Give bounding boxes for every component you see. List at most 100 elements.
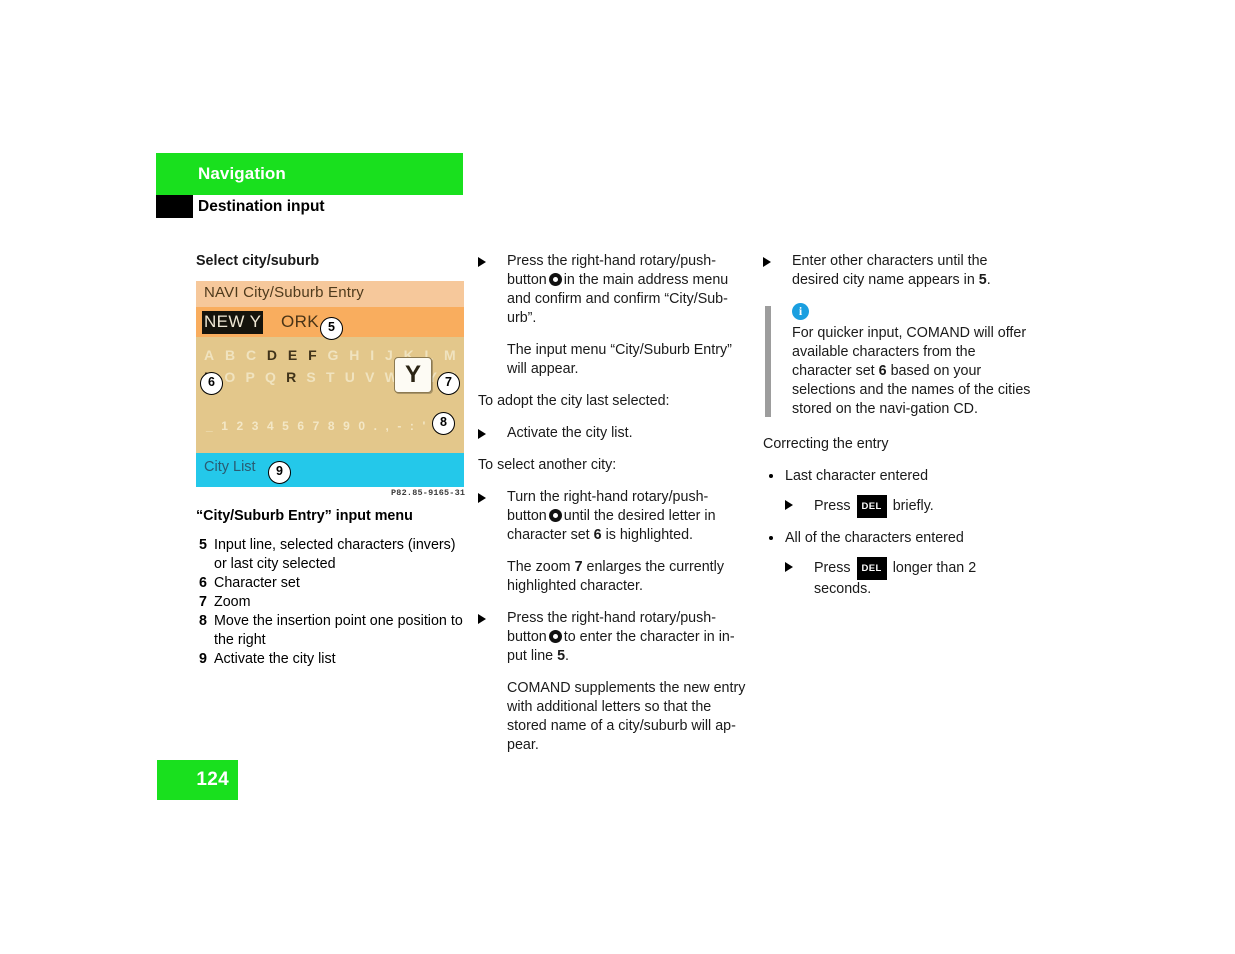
instruction-step-1: Press the right-hand rotary/push-button i… [478, 252, 746, 328]
step-3-result: The zoom 7 enlarges the currently highli… [478, 558, 746, 596]
lead-adopt-city: To adopt the city last selected: [478, 393, 670, 409]
callout-6: 6 [200, 372, 223, 395]
figure-code: P82.85-9165-31 [391, 488, 466, 498]
step-3-result-text-a: The zoom [507, 559, 571, 575]
subsection-marker-block [156, 195, 193, 218]
navi-char-U: U [344, 369, 356, 385]
bullet-2-action-a: Press [814, 560, 851, 576]
figure-caption: “City/Suburb Entry” input menu [196, 508, 413, 524]
legend-item-text: Activate the city list [214, 651, 336, 667]
bullet-2-action: Press DEL longer than 2 seconds. [785, 557, 1035, 599]
navi-char-_: _ [206, 419, 214, 433]
left-column: Select city/suburb [196, 252, 464, 283]
legend-item-5: 5 Input line, selected characters (invers… [196, 536, 466, 574]
bullet-last-character: Last character entered [763, 467, 1035, 486]
bullet-1-action: Press DEL briefly. [785, 495, 1035, 518]
legend-item-number: 9 [199, 651, 207, 667]
figure-legend-list: 5 Input line, selected characters (invers… [196, 536, 466, 669]
navi-zoom-character: Y [404, 361, 421, 388]
step-1-result: The input menu “City/Suburb Entry” will … [507, 342, 732, 377]
navi-char-,: , [385, 419, 390, 433]
legend-item-number: 6 [199, 575, 207, 591]
step-2-text: Activate the city list. [507, 425, 633, 441]
navi-char-:: : [409, 419, 415, 433]
legend-item-text: Move the insertion point one position to… [214, 613, 463, 648]
info-icon: i [792, 303, 809, 320]
bullet-all-characters: All of the characters entered [763, 529, 1035, 548]
legend-item-number: 7 [199, 594, 207, 610]
navi-city-list-bar: City List [196, 453, 464, 487]
lead-select-another-city: To select another city: [478, 457, 617, 473]
navi-char-J: J [384, 347, 394, 363]
instruction-step-5: Enter other characters until the desired… [763, 252, 1035, 290]
dot-bullet-icon [769, 474, 773, 478]
callout-9: 9 [268, 461, 291, 484]
navi-character-row-numbers: _1234567890.,-:'/ [206, 419, 438, 433]
section-header-band: Navigation [156, 153, 463, 195]
navi-char-Q: Q [264, 369, 277, 385]
step-4-text-c: . [565, 648, 570, 664]
right-column: Enter other characters until the desired… [763, 252, 1035, 610]
instruction-step-3: Turn the right-hand rotary/push-button un… [478, 488, 746, 545]
legend-item-6: 6 Character set [196, 574, 466, 593]
legend-item-text: Zoom [214, 594, 251, 610]
navi-city-list-label: City List [204, 459, 256, 475]
del-key-icon: DEL [856, 495, 887, 518]
step-4-result: COMAND supplements the new entry with ad… [507, 680, 746, 753]
callout-7: 7 [437, 372, 460, 395]
navi-char-8: 8 [327, 419, 336, 433]
navi-char-I: I [370, 347, 375, 363]
arrow-bullet-icon [478, 429, 486, 439]
subsection-title: Destination input [198, 198, 325, 215]
navi-char-F: F [308, 347, 317, 363]
navi-char-0: 0 [358, 419, 366, 433]
navi-char-3: 3 [251, 419, 259, 433]
instruction-step-2: Activate the city list. [478, 424, 746, 443]
navi-char-1: 1 [221, 419, 229, 433]
correcting-entry-heading: Correcting the entry [763, 436, 889, 452]
arrow-bullet-icon [763, 257, 771, 267]
step-3-text-c: is highlighted. [605, 527, 693, 543]
arrow-bullet-icon [478, 257, 486, 267]
navi-char-C: C [245, 347, 257, 363]
bullet-2-text: All of the characters entered [785, 530, 964, 546]
del-key-icon: DEL [856, 557, 887, 580]
bullet-1-action-a: Press [814, 498, 851, 514]
navi-char-2: 2 [236, 419, 244, 433]
navi-char--: - [397, 419, 402, 433]
navi-char-7: 7 [312, 419, 320, 433]
rotary-push-button-icon [548, 630, 562, 643]
legend-item-7: 7 Zoom [196, 593, 466, 612]
navi-char-T: T [325, 369, 335, 385]
navi-input-suggested-text: ORK [281, 312, 320, 331]
navi-char-B: B [224, 347, 236, 363]
middle-column: Press the right-hand rotary/push-button i… [478, 252, 746, 768]
legend-item-9: 9 Activate the city list [196, 650, 466, 669]
step-4-ref-number: 5 [557, 648, 566, 664]
step-3-ref-number: 6 [593, 527, 602, 543]
arrow-bullet-icon [478, 493, 486, 503]
info-note: i For quicker input, COMAND will offer a… [763, 303, 1035, 419]
step-5-ref-number: 5 [978, 272, 987, 288]
navi-char-4: 4 [266, 419, 275, 433]
navi-char-G: G [327, 347, 339, 363]
navi-screen-titlebar: NAVI City/Suburb Entry [196, 281, 464, 307]
navi-char-P: P [245, 369, 256, 385]
bullet-1-action-b: briefly. [892, 498, 934, 514]
step-5-text-b: . [986, 272, 991, 288]
arrow-bullet-icon [785, 562, 793, 572]
navi-char-E: E [287, 347, 298, 363]
legend-item-text: Character set [214, 575, 300, 591]
subsection-header: Destination input [156, 195, 463, 218]
navi-char-D: D [266, 347, 278, 363]
legend-item-number: 8 [199, 613, 207, 629]
navi-char-H: H [349, 347, 360, 363]
navi-screen-figure: NAVI City/Suburb Entry NEW Y ORK ABCDEFG… [196, 281, 464, 487]
navi-char-M: M [443, 347, 456, 363]
navi-char-R: R [286, 369, 297, 385]
legend-item-text: Input line, selected characters (invers)… [214, 537, 456, 572]
callout-5: 5 [320, 317, 343, 340]
section-title: Navigation [198, 164, 286, 183]
legend-item-8: 8 Move the insertion point one position t… [196, 612, 466, 650]
navi-char-S: S [306, 369, 317, 385]
